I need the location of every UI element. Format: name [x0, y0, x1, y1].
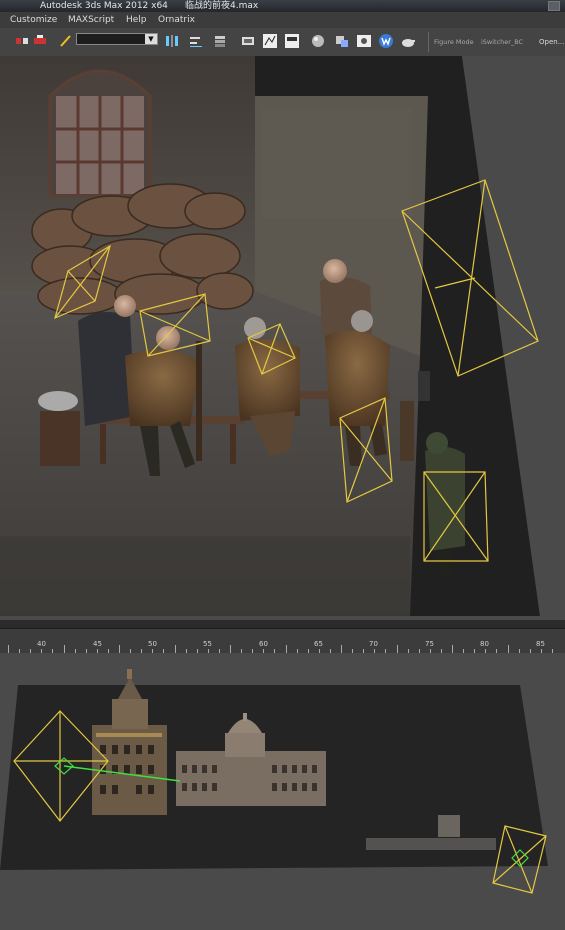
selection-set-dropdown[interactable]: ▼ [76, 33, 158, 45]
teapot-icon[interactable] [400, 33, 416, 49]
timeline-tick [285, 645, 287, 653]
viewport-scene-buildings [0, 653, 565, 930]
menu-maxscript[interactable]: MAXScript [68, 12, 114, 28]
timeline-tick [396, 645, 398, 653]
select-filter-icon[interactable] [58, 33, 74, 49]
minimize-button[interactable] [548, 1, 560, 11]
timeline-tick [63, 645, 65, 653]
figure-mode-label[interactable]: Figure Mode [434, 38, 474, 46]
toolbar-divider [428, 32, 429, 52]
file-title: 临战的前夜4.max [185, 1, 259, 11]
timeline-tick [452, 645, 453, 653]
chevron-down-icon[interactable]: ▼ [145, 34, 157, 44]
tick-label: 65 [314, 640, 323, 648]
title-bar: Autodesk 3ds Max 2012 x64 临战的前夜4.max [0, 0, 565, 12]
open-button[interactable]: Open... [539, 38, 564, 46]
timeline-ruler[interactable]: 40 45 50 55 60 65 70 75 80 85 [0, 628, 565, 654]
layer-icon[interactable] [212, 33, 228, 49]
tick-label: 75 [425, 640, 434, 648]
menu-help[interactable]: Help [126, 12, 147, 28]
timeline-tick [8, 645, 9, 653]
link-icon[interactable] [14, 33, 30, 49]
perspective-viewport[interactable] [0, 56, 565, 620]
material-editor-icon[interactable] [310, 33, 326, 49]
tick-label: 55 [203, 640, 212, 648]
tick-label: 50 [148, 640, 157, 648]
schematic-icon[interactable] [284, 33, 300, 49]
timeline-tick [230, 645, 231, 653]
app-title: Autodesk 3ds Max 2012 x64 [40, 1, 168, 11]
tick-label: 45 [93, 640, 102, 648]
curve-editor-icon[interactable] [262, 33, 278, 49]
timeline-tick [174, 645, 176, 653]
menu-ornatrix[interactable]: Ornatrix [158, 12, 195, 28]
render-frame-icon[interactable] [356, 33, 372, 49]
tick-label: 80 [480, 640, 489, 648]
menu-bar: Customize MAXScript Help Ornatrix [0, 12, 565, 29]
tick-label: 40 [37, 640, 46, 648]
render-setup-icon[interactable] [334, 33, 350, 49]
top-viewport[interactable] [0, 653, 565, 930]
iswitcher-label[interactable]: iSwitcher_BC [481, 38, 523, 46]
tick-label: 70 [369, 640, 378, 648]
ribbon-icon[interactable] [240, 33, 256, 49]
render-icon[interactable] [378, 33, 394, 49]
tick-label: 60 [259, 640, 268, 648]
timeline-tick [119, 645, 120, 653]
unlink-icon[interactable] [32, 33, 48, 49]
align-icon[interactable] [188, 33, 204, 49]
tick-label: 85 [536, 640, 545, 648]
viewport-scene [0, 56, 565, 620]
main-toolbar: ▼ Figure Mode iSwitcher_BC Open... [0, 28, 565, 57]
menu-customize[interactable]: Customize [10, 12, 57, 28]
mirror-icon[interactable] [164, 33, 180, 49]
timeline-tick [341, 645, 342, 653]
timeline-tick [507, 645, 509, 653]
